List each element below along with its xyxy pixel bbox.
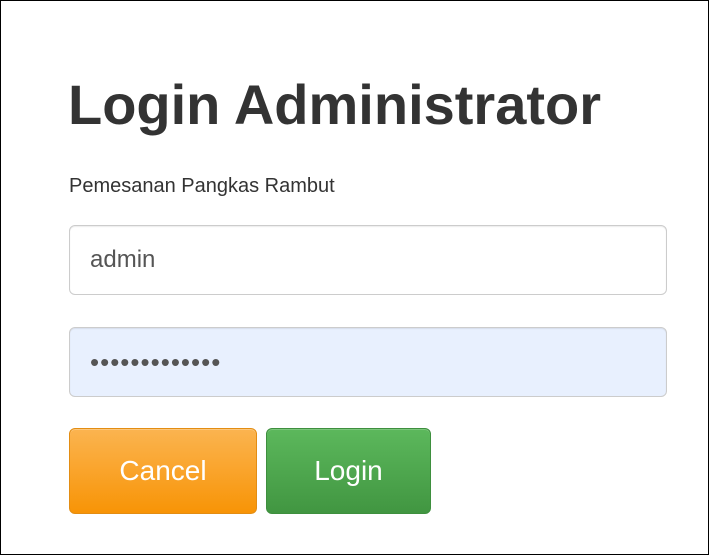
username-input[interactable]: [69, 225, 667, 295]
app-subtitle: Pemesanan Pangkas Rambut: [69, 175, 335, 197]
page-title: Login Administrator: [68, 73, 602, 136]
login-panel: Login Administrator Pemesanan Pangkas Ra…: [0, 0, 709, 555]
login-button[interactable]: Login: [266, 428, 431, 514]
password-input[interactable]: [69, 327, 667, 397]
cancel-button[interactable]: Cancel: [69, 428, 257, 514]
